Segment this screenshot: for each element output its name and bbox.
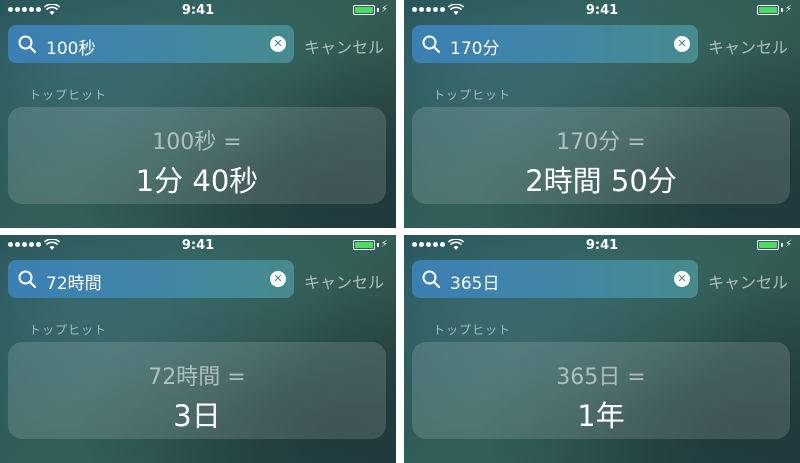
search-icon <box>422 35 440 53</box>
status-time: 9:41 <box>585 3 619 18</box>
search-field[interactable]: 365日 ✕ <box>412 260 698 298</box>
status-bar: 9:41 ⚡ <box>404 235 800 257</box>
battery-icon: ⚡ <box>352 239 388 250</box>
conversion-expression: 365日 = <box>556 365 646 390</box>
conversion-expression: 100秒 = <box>152 130 242 155</box>
section-header: トップヒット <box>29 323 108 337</box>
search-icon <box>422 270 440 288</box>
spotlight-panel: 9:41 ⚡ 72時間 ✕ キャンセル トップヒット 72時間 = 3日 <box>0 235 396 463</box>
status-time: 9:41 <box>181 3 215 18</box>
charging-bolt-icon: ⚡ <box>784 239 792 250</box>
cancel-button[interactable]: キャンセル <box>708 269 788 293</box>
conversion-result: 1分 40秒 <box>135 164 259 198</box>
battery-icon: ⚡ <box>756 4 792 15</box>
status-bar: 9:41 ⚡ <box>404 0 800 22</box>
search-field[interactable]: 170分 ✕ <box>412 25 698 63</box>
search-field[interactable]: 100秒 ✕ <box>8 25 294 63</box>
charging-bolt-icon: ⚡ <box>380 239 388 250</box>
clear-icon[interactable]: ✕ <box>674 271 690 287</box>
search-query[interactable]: 365日 <box>450 269 499 294</box>
spotlight-panel: 9:41 ⚡ 365日 ✕ キャンセル トップヒット 365日 = 1年 <box>404 235 800 463</box>
cancel-button[interactable]: キャンセル <box>304 34 384 58</box>
search-query[interactable]: 100秒 <box>46 34 95 59</box>
section-header: トップヒット <box>433 88 512 102</box>
spotlight-panel: 9:41 ⚡ 170分 ✕ キャンセル トップヒット 170分 = 2時間 50… <box>404 0 800 228</box>
top-hit-card[interactable]: 72時間 = 3日 <box>8 342 386 439</box>
spotlight-panel: 9:41 ⚡ 100秒 ✕ キャンセル トップヒット 100秒 = 1分 40秒 <box>0 0 396 228</box>
top-hit-card[interactable]: 170分 = 2時間 50分 <box>412 107 790 204</box>
search-icon <box>18 270 36 288</box>
top-hit-card[interactable]: 100秒 = 1分 40秒 <box>8 107 386 204</box>
conversion-result: 2時間 50分 <box>525 164 677 198</box>
battery-icon: ⚡ <box>352 4 388 15</box>
search-query[interactable]: 72時間 <box>46 269 102 294</box>
charging-bolt-icon: ⚡ <box>784 4 792 15</box>
clear-icon[interactable]: ✕ <box>270 271 286 287</box>
cancel-button[interactable]: キャンセル <box>304 269 384 293</box>
clear-icon[interactable]: ✕ <box>674 36 690 52</box>
search-field[interactable]: 72時間 ✕ <box>8 260 294 298</box>
status-bar: 9:41 ⚡ <box>0 235 396 257</box>
search-query[interactable]: 170分 <box>450 34 499 59</box>
conversion-result: 1年 <box>577 399 625 433</box>
section-header: トップヒット <box>29 88 108 102</box>
top-hit-card[interactable]: 365日 = 1年 <box>412 342 790 439</box>
section-header: トップヒット <box>433 323 512 337</box>
cancel-button[interactable]: キャンセル <box>708 34 788 58</box>
status-time: 9:41 <box>181 238 215 253</box>
clear-icon[interactable]: ✕ <box>270 36 286 52</box>
search-icon <box>18 35 36 53</box>
conversion-expression: 72時間 = <box>148 365 246 390</box>
status-time: 9:41 <box>585 238 619 253</box>
conversion-expression: 170分 = <box>556 130 646 155</box>
charging-bolt-icon: ⚡ <box>380 4 388 15</box>
status-bar: 9:41 ⚡ <box>0 0 396 22</box>
conversion-result: 3日 <box>173 399 221 433</box>
battery-icon: ⚡ <box>756 239 792 250</box>
